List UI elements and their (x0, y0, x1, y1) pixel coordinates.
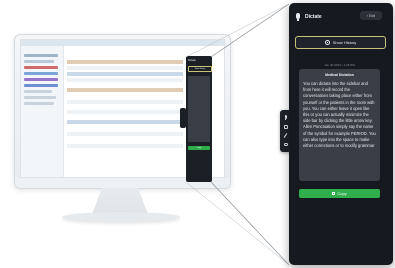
copy-button[interactable]: Copy (299, 189, 380, 198)
clock-icon (324, 40, 330, 45)
dictation-text[interactable]: You can dictate into the sidebar and fro… (303, 81, 376, 149)
exit-button[interactable]: ‹ Exit (360, 11, 382, 20)
copy-icon (332, 192, 336, 195)
card-title: Medical Dictation (325, 73, 354, 77)
checkbox-icon[interactable] (283, 124, 288, 129)
dictation-timestamp: Jun 30 2023 • 1:36 PM (324, 63, 355, 67)
show-history-label: Show History (332, 40, 357, 45)
microphone-icon (295, 13, 301, 21)
exit-arrow-icon: ‹ (366, 13, 369, 18)
exit-label: Exit (369, 13, 375, 18)
show-history-button[interactable]: Show History (295, 36, 386, 49)
link-icon[interactable] (283, 142, 288, 147)
microphone-icon[interactable] (283, 115, 288, 120)
panel-title: Dictate (305, 14, 322, 20)
dictation-card[interactable]: Medical Dictation You can dictate into t… (299, 69, 380, 181)
copy-label: Copy (337, 191, 347, 196)
dictate-panel: Dictate ‹ Exit Show History Jun 30 2023 … (289, 3, 393, 265)
pen-icon[interactable] (283, 133, 288, 138)
